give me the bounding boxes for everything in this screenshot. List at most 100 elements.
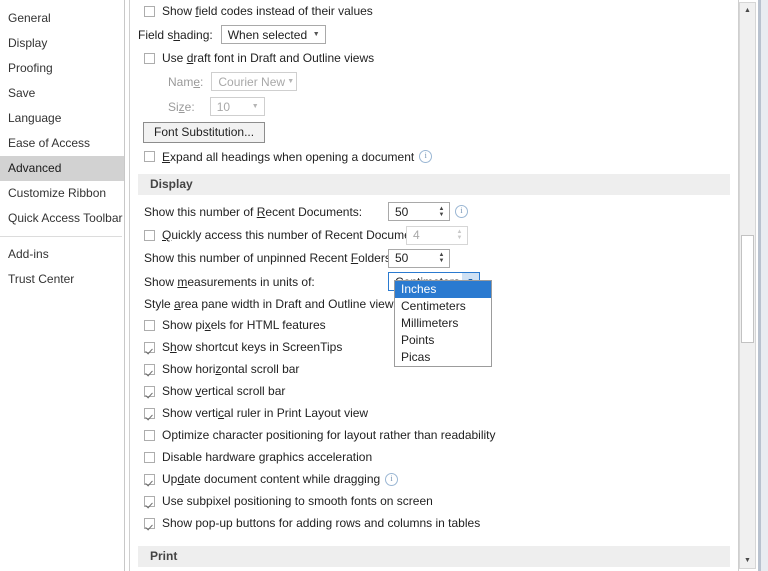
dropdown-option-picas[interactable]: Picas xyxy=(395,349,491,366)
sidebar-item-trust-center[interactable]: Trust Center xyxy=(0,267,124,292)
style-area-pane-label: Style area pane width in Draft and Outli… xyxy=(144,296,403,311)
option-show-vertical-ruler[interactable]: Show vertical ruler in Print Layout view xyxy=(130,402,738,424)
use-draft-font-checkbox[interactable] xyxy=(144,52,155,64)
draft-font-size-combo[interactable]: 10 ▼ xyxy=(209,97,265,116)
sidebar-item-language[interactable]: Language xyxy=(0,106,124,131)
show-shortcut-keys-label: Show shortcut keys in ScreenTips xyxy=(162,340,343,354)
show-field-codes-label: Show field codes instead of their values xyxy=(162,4,373,18)
optimize-character-positioning-checkbox[interactable] xyxy=(144,429,155,441)
scroll-down-button[interactable]: ▼ xyxy=(740,553,755,568)
window-edge xyxy=(761,0,768,571)
word-options-dialog: General Display Proofing Save Language E… xyxy=(0,0,768,571)
sidebar-item-label: Advanced xyxy=(8,161,62,175)
dropdown-option-centimeters[interactable]: Centimeters xyxy=(395,298,491,315)
sidebar-item-advanced[interactable]: Advanced xyxy=(0,156,124,181)
measurement-units-dropdown-list[interactable]: Inches Centimeters Millimeters Points Pi… xyxy=(394,280,492,367)
sidebar-item-label: Customize Ribbon xyxy=(8,186,107,200)
show-pixels-html-checkbox[interactable] xyxy=(144,319,155,331)
option-unpinned-recent-folders: Show this number of unpinned Recent Fold… xyxy=(130,246,738,270)
sidebar-item-proofing[interactable]: Proofing xyxy=(0,56,124,81)
sidebar-item-add-ins[interactable]: Add-ins xyxy=(0,242,124,267)
sidebar-item-general[interactable]: General xyxy=(0,6,124,31)
info-icon[interactable]: i xyxy=(419,150,433,163)
expand-all-headings-checkbox[interactable] xyxy=(144,151,155,162)
spinner-buttons[interactable]: ▲ ▼ xyxy=(434,250,449,267)
show-horizontal-scroll-bar-label: Show horizontal scroll bar xyxy=(162,362,300,376)
disable-hardware-acceleration-checkbox[interactable] xyxy=(144,451,155,463)
option-show-vertical-scroll-bar[interactable]: Show vertical scroll bar xyxy=(130,380,738,402)
quickly-access-recent-label: Quickly access this number of Recent Doc… xyxy=(162,228,431,242)
display-section-header: Display xyxy=(138,174,730,195)
option-quickly-access-recent-documents[interactable]: Quickly access this number of Recent Doc… xyxy=(130,224,738,246)
option-disable-hardware-acceleration[interactable]: Disable hardware graphics acceleration xyxy=(130,446,738,468)
sidebar-item-label: General xyxy=(8,11,51,25)
dropdown-option-millimeters[interactable]: Millimeters xyxy=(395,315,491,332)
use-draft-font-label: Use draft font in Draft and Outline view… xyxy=(162,51,375,65)
options-category-sidebar: General Display Proofing Save Language E… xyxy=(0,0,125,571)
option-recent-documents: Show this number of Recent Documents: 50… xyxy=(130,199,738,224)
use-subpixel-positioning-checkbox[interactable] xyxy=(144,495,155,507)
spinner-buttons[interactable]: ▲ ▼ xyxy=(452,227,467,244)
sidebar-item-customize-ribbon[interactable]: Customize Ribbon xyxy=(0,181,124,206)
vertical-scrollbar[interactable]: ▲ ▼ xyxy=(739,2,756,569)
spinner-down-icon[interactable]: ▼ xyxy=(457,235,463,241)
option-use-subpixel-positioning[interactable]: Use subpixel positioning to smooth fonts… xyxy=(130,490,738,512)
option-optimize-character-positioning[interactable]: Optimize character positioning for layou… xyxy=(130,424,738,446)
show-vertical-ruler-checkbox[interactable] xyxy=(144,407,155,419)
scroll-up-button[interactable]: ▲ xyxy=(740,3,755,18)
scrollbar-thumb[interactable] xyxy=(741,235,754,343)
draft-font-name-value: Courier New xyxy=(218,74,286,89)
recent-documents-label: Show this number of Recent Documents: xyxy=(144,204,363,219)
sidebar-item-display[interactable]: Display xyxy=(0,31,124,56)
advanced-options-panel: Show field codes instead of their values… xyxy=(129,0,739,571)
update-document-while-dragging-checkbox[interactable] xyxy=(144,473,155,485)
measurement-units-label: Show measurements in units of: xyxy=(144,274,315,289)
draft-font-name-label: Name: xyxy=(168,74,204,89)
font-substitution-row: Font Substitution... xyxy=(130,119,738,145)
draft-font-name-combo[interactable]: Courier New ▼ xyxy=(211,72,298,91)
option-use-draft-font[interactable]: Use draft font in Draft and Outline view… xyxy=(130,47,738,69)
show-horizontal-scroll-bar-checkbox[interactable] xyxy=(144,363,155,375)
sidebar-item-quick-access-toolbar[interactable]: Quick Access Toolbar xyxy=(0,206,124,231)
field-shading-label: Field shading: xyxy=(138,27,213,42)
option-expand-all-headings[interactable]: Expand all headings when opening a docum… xyxy=(130,145,738,168)
spinner-down-icon[interactable]: ▼ xyxy=(439,258,445,264)
quickly-access-recent-spinner[interactable]: 4 ▲ ▼ xyxy=(406,225,468,245)
dropdown-option-points[interactable]: Points xyxy=(395,332,491,349)
show-shortcut-keys-checkbox[interactable] xyxy=(144,341,155,353)
field-shading-combo[interactable]: When selected ▼ xyxy=(220,25,326,44)
option-update-document-while-dragging[interactable]: Update document content while dragging i xyxy=(130,468,738,490)
show-vertical-scroll-bar-label: Show vertical scroll bar xyxy=(162,384,286,398)
sidebar-item-label: Ease of Access xyxy=(8,136,91,150)
show-field-codes-checkbox[interactable] xyxy=(144,5,155,17)
spinner-buttons[interactable]: ▲ ▼ xyxy=(434,203,449,220)
quickly-access-recent-checkbox[interactable] xyxy=(144,229,155,241)
dropdown-option-inches[interactable]: Inches xyxy=(395,281,491,298)
recent-documents-value: 50 xyxy=(395,204,409,219)
show-popup-buttons-label: Show pop-up buttons for adding rows and … xyxy=(162,516,481,530)
sidebar-item-label: Add-ins xyxy=(8,247,49,261)
info-icon[interactable]: i xyxy=(385,472,399,486)
font-substitution-button[interactable]: Font Substitution... xyxy=(143,121,266,143)
spinner-down-icon[interactable]: ▼ xyxy=(439,212,445,218)
sidebar-item-label: Display xyxy=(8,36,48,50)
option-draft-font-name: Name: Courier New ▼ xyxy=(130,69,738,94)
sidebar-item-label: Save xyxy=(8,86,36,100)
chevron-down-icon: ▼ xyxy=(251,103,259,110)
draft-font-size-label: Size: xyxy=(168,99,195,114)
option-show-field-codes[interactable]: Show field codes instead of their values xyxy=(130,0,738,22)
show-popup-buttons-checkbox[interactable] xyxy=(144,517,155,529)
sidebar-item-save[interactable]: Save xyxy=(0,81,124,106)
unpinned-folders-spinner[interactable]: 50 ▲ ▼ xyxy=(388,248,450,268)
use-subpixel-positioning-label: Use subpixel positioning to smooth fonts… xyxy=(162,494,433,508)
sidebar-item-ease-of-access[interactable]: Ease of Access xyxy=(0,131,124,156)
option-draft-font-size: Size: 10 ▼ xyxy=(130,94,738,119)
info-icon[interactable]: i xyxy=(455,205,468,218)
option-field-shading: Field shading: When selected ▼ xyxy=(130,22,738,47)
optimize-character-positioning-label: Optimize character positioning for layou… xyxy=(162,428,496,442)
option-show-popup-buttons[interactable]: Show pop-up buttons for adding rows and … xyxy=(130,512,738,534)
expand-all-headings-label: Expand all headings when opening a docum… xyxy=(162,149,415,164)
show-vertical-scroll-bar-checkbox[interactable] xyxy=(144,385,155,397)
recent-documents-spinner[interactable]: 50 ▲ ▼ xyxy=(388,202,450,221)
chevron-down-icon: ▼ xyxy=(312,31,320,38)
